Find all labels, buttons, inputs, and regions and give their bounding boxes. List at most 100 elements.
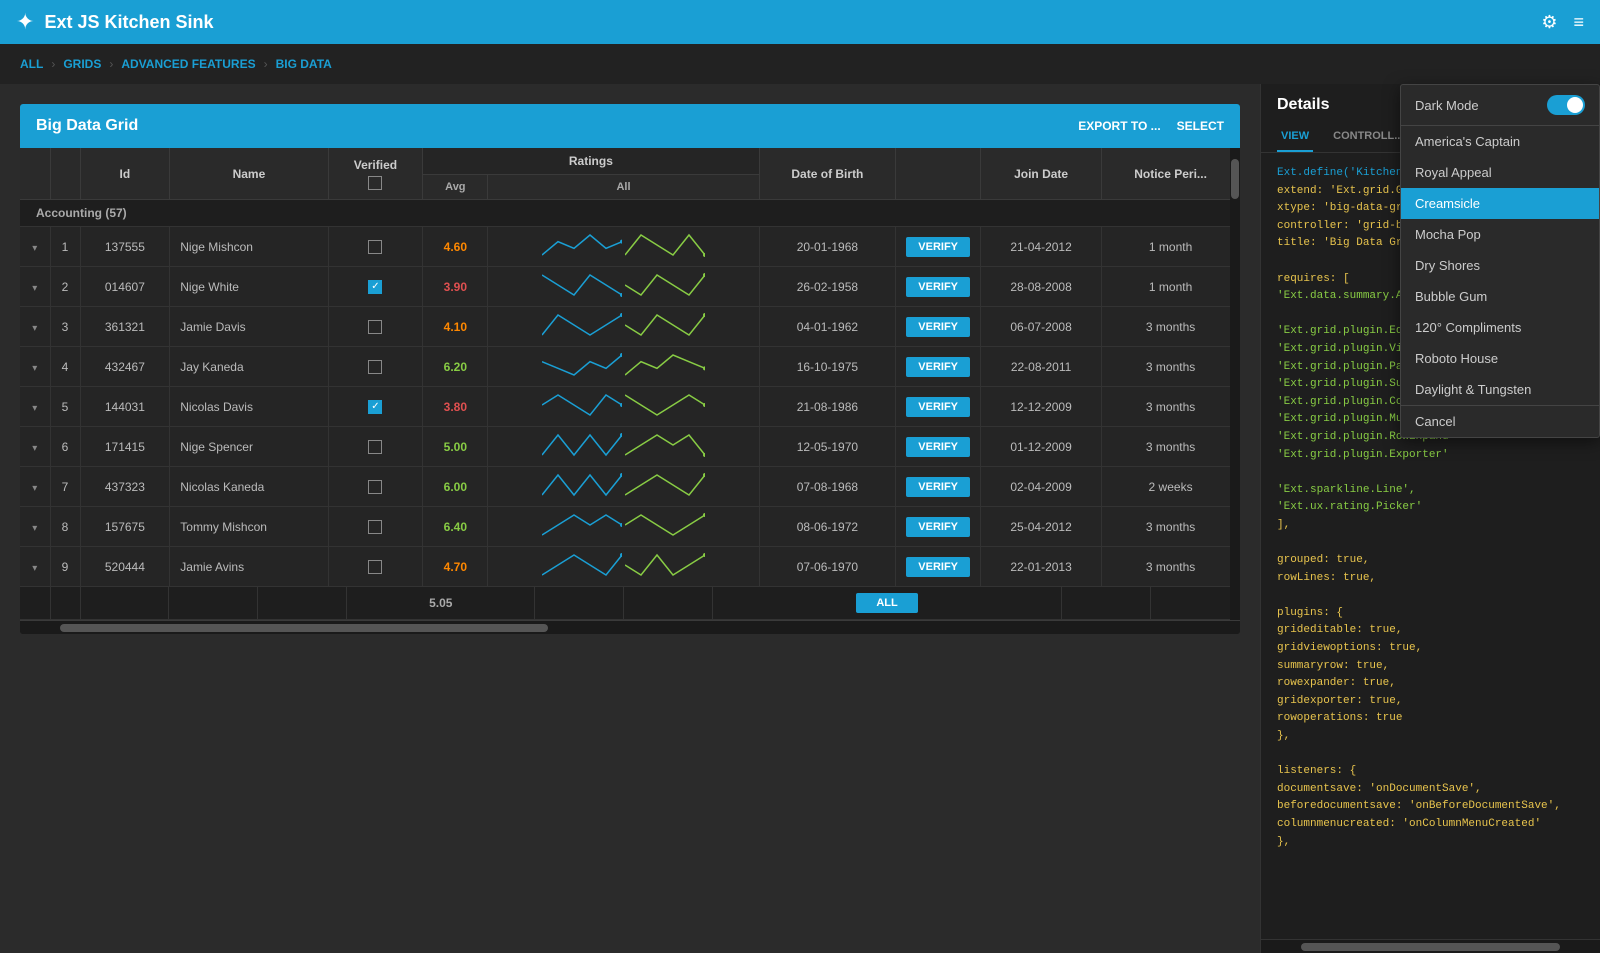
row-notice: 3 months xyxy=(1102,307,1240,347)
verified-checkbox[interactable]: ✓ xyxy=(368,280,382,294)
sencha-icon: ✦ xyxy=(16,9,34,35)
right-panel-scrollbar[interactable] xyxy=(1261,939,1600,953)
row-verified xyxy=(328,507,423,547)
breadcrumb-sep-2: › xyxy=(109,57,113,71)
dropdown-item[interactable]: Royal Appeal xyxy=(1401,157,1599,188)
dropdown-item[interactable]: Creamsicle xyxy=(1401,188,1599,219)
group-label: Accounting (57) xyxy=(20,200,1240,227)
breadcrumb-bigdata[interactable]: BIG DATA xyxy=(276,57,332,71)
cancel-button[interactable]: Cancel xyxy=(1401,405,1599,437)
row-verify-btn[interactable]: VERIFY xyxy=(896,347,981,387)
row-verified xyxy=(328,307,423,347)
table-row: ▾ 9 520444 Jamie Avins 4.70 07-06-1970 V… xyxy=(20,547,1240,587)
verified-checkbox[interactable] xyxy=(368,520,382,534)
row-verify-btn[interactable]: VERIFY xyxy=(896,267,981,307)
all-button[interactable]: ALL xyxy=(856,593,917,613)
dark-mode-toggle[interactable] xyxy=(1547,95,1585,115)
row-name: Nige White xyxy=(170,267,328,307)
row-verify-btn[interactable]: VERIFY xyxy=(896,227,981,267)
row-verify-btn[interactable]: VERIFY xyxy=(896,467,981,507)
expand-cell[interactable]: ▾ xyxy=(20,427,50,467)
select-button[interactable]: SELECT xyxy=(1177,119,1224,133)
row-num: 5 xyxy=(50,387,80,427)
col-header-num xyxy=(50,148,80,200)
row-notice: 1 month xyxy=(1102,227,1240,267)
dropdown-items-list: America's CaptainRoyal AppealCreamsicleM… xyxy=(1401,126,1599,405)
table-row: ▾ 8 157675 Tommy Mishcon 6.40 08-06-1972… xyxy=(20,507,1240,547)
export-button[interactable]: EXPORT TO ... xyxy=(1078,119,1160,133)
row-notice: 3 months xyxy=(1102,387,1240,427)
scrollbar-thumb xyxy=(60,624,548,632)
row-dob: 26-02-1958 xyxy=(759,267,896,307)
row-num: 2 xyxy=(50,267,80,307)
verified-checkbox[interactable] xyxy=(368,240,382,254)
row-sparkline xyxy=(488,307,759,347)
expand-cell[interactable]: ▾ xyxy=(20,307,50,347)
row-notice: 1 month xyxy=(1102,267,1240,307)
row-verify-btn[interactable]: VERIFY xyxy=(896,547,981,587)
row-joindate: 06-07-2008 xyxy=(981,307,1102,347)
expand-cell[interactable]: ▾ xyxy=(20,507,50,547)
verified-checkbox[interactable] xyxy=(368,320,382,334)
expand-cell[interactable]: ▾ xyxy=(20,227,50,267)
topbar-right: ⚙ ≡ xyxy=(1541,12,1584,33)
breadcrumb-grids[interactable]: GRIDS xyxy=(63,57,101,71)
dropdown-item[interactable]: Roboto House xyxy=(1401,343,1599,374)
row-num: 1 xyxy=(50,227,80,267)
col-header-verify xyxy=(896,148,981,200)
row-notice: 3 months xyxy=(1102,547,1240,587)
dropdown-item[interactable]: Mocha Pop xyxy=(1401,219,1599,250)
row-id: 144031 xyxy=(80,387,170,427)
expand-cell[interactable]: ▾ xyxy=(20,547,50,587)
horizontal-scrollbar[interactable] xyxy=(20,620,1240,634)
vscroll-thumb xyxy=(1231,159,1239,199)
expand-cell[interactable]: ▾ xyxy=(20,347,50,387)
bottom-scrollbar-thumb xyxy=(1301,943,1560,951)
breadcrumb-advanced[interactable]: ADVANCED FEATURES xyxy=(121,57,255,71)
dropdown-item[interactable]: Bubble Gum xyxy=(1401,281,1599,312)
row-verify-btn[interactable]: VERIFY xyxy=(896,387,981,427)
col-header-expand xyxy=(20,148,50,200)
col-header-notice: Notice Peri... xyxy=(1102,148,1240,200)
tab-controller[interactable]: CONTROLL... xyxy=(1329,122,1407,152)
dropdown-item[interactable]: Dry Shores xyxy=(1401,250,1599,281)
summary-avg: 5.05 xyxy=(347,587,535,620)
row-verified xyxy=(328,547,423,587)
row-joindate: 28-08-2008 xyxy=(981,267,1102,307)
breadcrumb-sep-3: › xyxy=(264,57,268,71)
dropdown-item[interactable]: Daylight & Tungsten xyxy=(1401,374,1599,405)
tab-view[interactable]: VIEW xyxy=(1277,122,1313,152)
expand-cell[interactable]: ▾ xyxy=(20,467,50,507)
menu-icon[interactable]: ≡ xyxy=(1573,12,1584,33)
row-verify-btn[interactable]: VERIFY xyxy=(896,507,981,547)
row-avg: 3.80 xyxy=(423,387,488,427)
expand-cell[interactable]: ▾ xyxy=(20,387,50,427)
verified-checkbox[interactable] xyxy=(368,360,382,374)
row-avg: 4.70 xyxy=(423,547,488,587)
col-header-id: Id xyxy=(80,148,170,200)
vertical-scrollbar[interactable] xyxy=(1230,148,1240,620)
row-joindate: 12-12-2009 xyxy=(981,387,1102,427)
row-sparkline xyxy=(488,467,759,507)
verified-checkbox[interactable] xyxy=(368,480,382,494)
verified-all-checkbox[interactable] xyxy=(368,176,382,190)
row-name: Jamie Davis xyxy=(170,307,328,347)
verified-checkbox[interactable]: ✓ xyxy=(368,400,382,414)
row-avg: 6.40 xyxy=(423,507,488,547)
settings-icon[interactable]: ⚙ xyxy=(1541,12,1557,33)
grid-header-actions: EXPORT TO ... SELECT xyxy=(1078,119,1224,133)
table-row: ▾ 5 144031 Nicolas Davis ✓ 3.80 21-08-19… xyxy=(20,387,1240,427)
verified-checkbox[interactable] xyxy=(368,440,382,454)
row-id: 157675 xyxy=(80,507,170,547)
row-joindate: 21-04-2012 xyxy=(981,227,1102,267)
table-row: ▾ 1 137555 Nige Mishcon 4.60 20-01-1968 … xyxy=(20,227,1240,267)
expand-cell[interactable]: ▾ xyxy=(20,267,50,307)
row-verified xyxy=(328,347,423,387)
row-avg: 6.20 xyxy=(423,347,488,387)
row-verify-btn[interactable]: VERIFY xyxy=(896,427,981,467)
dropdown-item[interactable]: America's Captain xyxy=(1401,126,1599,157)
breadcrumb-all[interactable]: ALL xyxy=(20,57,43,71)
verified-checkbox[interactable] xyxy=(368,560,382,574)
dropdown-item[interactable]: 120° Compliments xyxy=(1401,312,1599,343)
row-verify-btn[interactable]: VERIFY xyxy=(896,307,981,347)
